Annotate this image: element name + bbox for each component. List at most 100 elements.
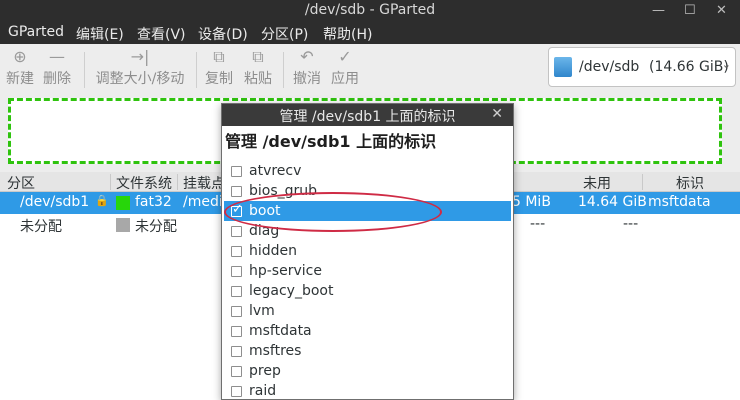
delete-button[interactable]: — 删除 — [42, 46, 72, 88]
flag-label: hidden — [249, 243, 298, 259]
flag-item-atvrecv[interactable]: atvrecv — [224, 161, 511, 181]
menu-help[interactable]: 帮助(H) — [323, 24, 372, 44]
flag-label: msftres — [249, 343, 302, 359]
menu-device[interactable]: 设备(D) — [198, 24, 248, 44]
flag-item-diag[interactable]: diag — [224, 221, 511, 241]
mountpoint-cell: /medi — [183, 194, 223, 210]
flag-checkbox[interactable] — [231, 266, 242, 277]
flag-label: hp-service — [249, 263, 322, 279]
resize-move-button[interactable]: →| 调整大小/移动 — [94, 46, 186, 88]
flag-item-prep[interactable]: prep — [224, 361, 511, 381]
flag-item-hidden[interactable]: hidden — [224, 241, 511, 261]
flag-checkbox[interactable] — [231, 166, 242, 177]
flags-cell: msftdata — [648, 194, 711, 210]
copy-button[interactable]: ⧉ 复制 — [204, 46, 234, 88]
undo-icon: ↶ — [300, 47, 314, 66]
new-button[interactable]: ⊕ 新建 — [5, 46, 35, 88]
size-cell: --- — [530, 216, 546, 232]
paste-icon: ⧉ — [252, 47, 264, 66]
disk-icon — [554, 57, 572, 77]
flag-label: msftdata — [249, 323, 312, 339]
apply-icon: ✓ — [338, 47, 352, 66]
undo-button[interactable]: ↶ 撤消 — [292, 46, 322, 88]
filesystem-color-swatch — [116, 218, 130, 232]
flag-checkbox[interactable] — [231, 366, 242, 377]
maximize-icon[interactable]: ☐ — [684, 2, 696, 20]
menu-bar: GParted 编辑(E) 查看(V) 设备(D) 分区(P) 帮助(H) — [0, 22, 740, 44]
flag-checkbox[interactable] — [231, 386, 242, 397]
flag-label: lvm — [249, 303, 275, 319]
resize-icon: →| — [130, 47, 150, 66]
flag-item-lvm[interactable]: lvm — [224, 301, 511, 321]
unused-cell: --- — [623, 216, 639, 232]
delete-label: 删除 — [43, 71, 71, 87]
device-size: (14.66 GiB) — [649, 59, 729, 75]
new-icon: ⊕ — [13, 47, 27, 66]
flag-item-boot[interactable]: ✓ boot — [224, 201, 511, 221]
undo-label: 撤消 — [293, 71, 321, 87]
column-separator — [642, 174, 643, 190]
minimize-icon[interactable]: — — [652, 2, 665, 20]
flag-checkbox[interactable] — [231, 326, 242, 337]
flag-label: boot — [249, 203, 281, 219]
flag-label: bios_grub — [249, 183, 318, 199]
paste-button[interactable]: ⧉ 粘贴 — [243, 46, 273, 88]
apply-button[interactable]: ✓ 应用 — [330, 46, 360, 88]
dialog-heading: 管理 /dev/sdb1 上面的标识 — [225, 132, 437, 151]
device-name: /dev/sdb — [579, 59, 640, 75]
window-titlebar: /dev/sdb - GParted — ☐ ✕ — [0, 0, 740, 22]
flag-checkbox[interactable]: ✓ — [231, 202, 243, 217]
menu-gparted[interactable]: GParted — [8, 24, 64, 40]
flag-checkbox[interactable] — [231, 226, 242, 237]
dialog-titlebar: 管理 /dev/sdb1 上面的标识 ✕ — [222, 104, 513, 126]
flag-item-legacy-boot[interactable]: legacy_boot — [224, 281, 511, 301]
column-unused[interactable]: 未用 — [583, 173, 611, 193]
toolbar-separator — [283, 52, 284, 88]
close-icon[interactable]: ✕ — [491, 106, 503, 122]
new-label: 新建 — [6, 71, 34, 87]
column-separator — [177, 174, 178, 190]
column-mountpoint[interactable]: 挂载点 — [183, 173, 225, 193]
size-cell: 5 MiB — [512, 194, 551, 210]
filesystem-cell: 未分配 — [135, 219, 177, 235]
flag-label: diag — [249, 223, 280, 239]
apply-label: 应用 — [331, 71, 359, 87]
delete-icon: — — [49, 47, 65, 66]
filesystem-color-swatch — [116, 196, 130, 210]
lock-icon: 🔒 — [95, 194, 109, 207]
unused-cell: 14.64 GiB — [578, 194, 647, 210]
paste-label: 粘贴 — [244, 71, 272, 87]
flag-item-msftdata[interactable]: msftdata — [224, 321, 511, 341]
resize-label: 调整大小/移动 — [95, 71, 185, 87]
flag-checkbox[interactable] — [231, 286, 242, 297]
flag-checkbox[interactable] — [231, 186, 242, 197]
copy-label: 复制 — [205, 71, 233, 87]
flag-label: raid — [249, 383, 277, 399]
column-flags[interactable]: 标识 — [676, 173, 704, 193]
close-icon[interactable]: ✕ — [716, 2, 727, 20]
flag-label: atvrecv — [249, 163, 302, 179]
menu-edit[interactable]: 编辑(E) — [76, 24, 124, 44]
chevron-down-icon: ⌄ — [721, 58, 731, 71]
flag-checkbox[interactable] — [231, 346, 242, 357]
menu-view[interactable]: 查看(V) — [137, 24, 186, 44]
flag-item-raid[interactable]: raid — [224, 381, 511, 400]
window-title: /dev/sdb - GParted — [304, 2, 436, 18]
column-separator — [110, 174, 111, 190]
flag-checkbox[interactable] — [231, 246, 242, 257]
column-filesystem[interactable]: 文件系统 — [116, 173, 172, 193]
column-partition[interactable]: 分区 — [7, 173, 35, 193]
manage-flags-dialog: 管理 /dev/sdb1 上面的标识 ✕ 管理 /dev/sdb1 上面的标识 … — [221, 103, 514, 400]
toolbar-separator — [84, 52, 85, 88]
device-selector[interactable]: /dev/sdb (14.66 GiB) ⌄ — [548, 47, 736, 87]
flag-item-hp-service[interactable]: hp-service — [224, 261, 511, 281]
copy-icon: ⧉ — [213, 47, 225, 66]
flag-label: prep — [249, 363, 281, 379]
menu-partition[interactable]: 分区(P) — [261, 24, 308, 44]
filesystem-cell: fat32 — [135, 194, 172, 210]
checkmark-icon: ✓ — [232, 202, 243, 217]
partition-cell: /dev/sdb1 — [20, 194, 90, 210]
flag-checkbox[interactable] — [231, 306, 242, 317]
flag-item-bios-grub[interactable]: bios_grub — [224, 181, 511, 201]
flag-item-msftres[interactable]: msftres — [224, 341, 511, 361]
